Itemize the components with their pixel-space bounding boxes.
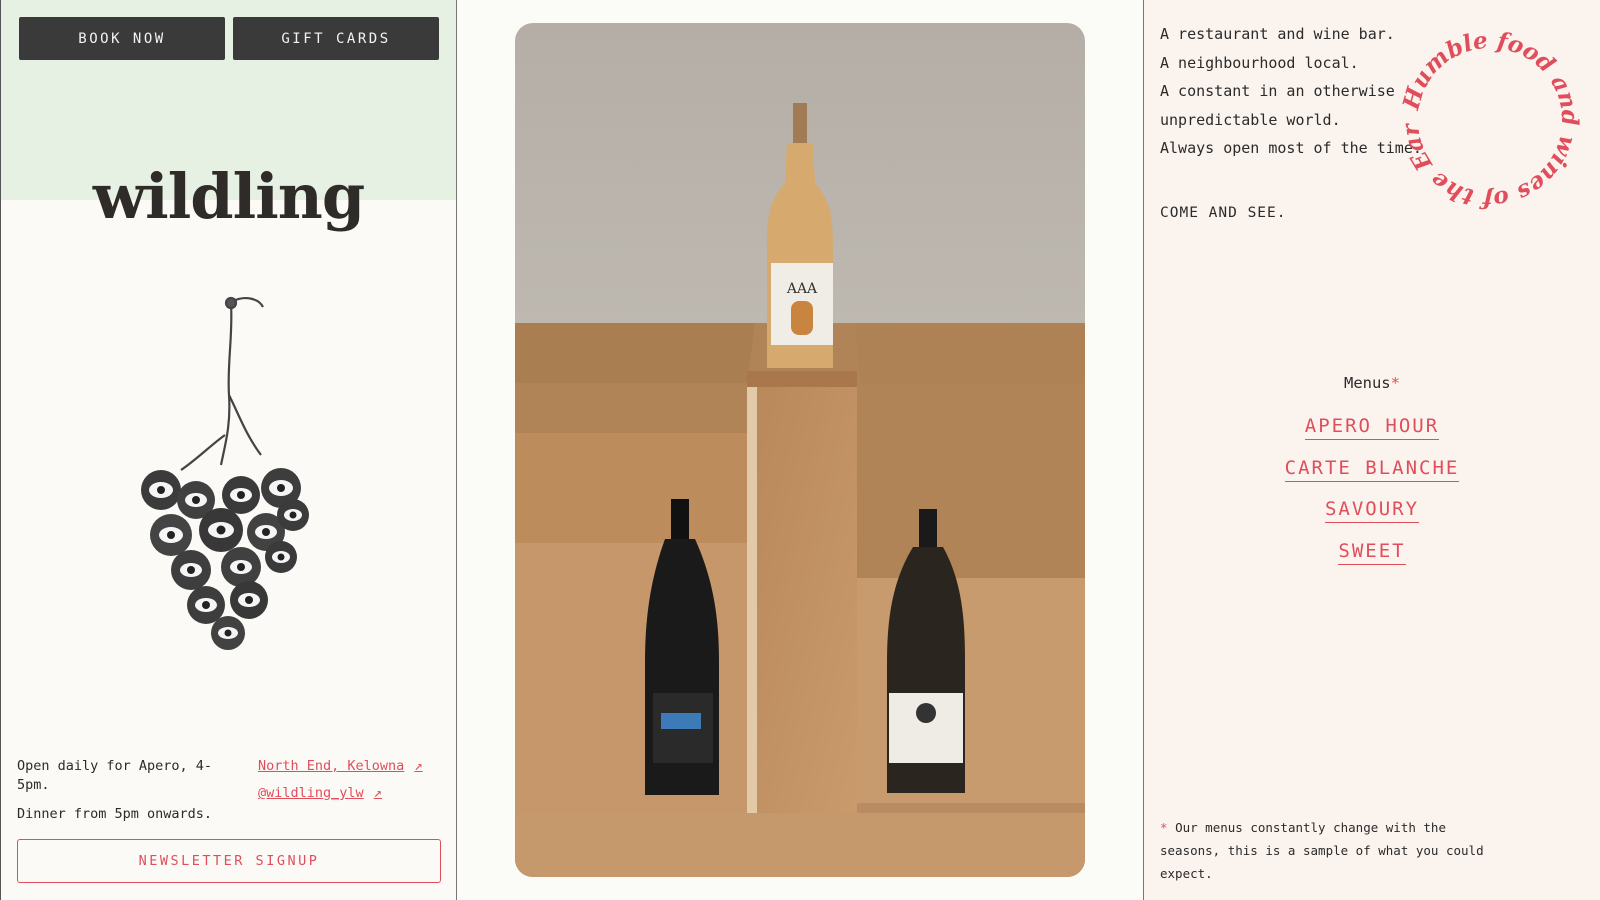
menu-link-label: APERO HOUR xyxy=(1304,415,1440,440)
svg-text:Humble food and wines of the E: Humble food and wines of the Earth. xyxy=(1390,20,1583,213)
menu-note: * Our menus constantly change with the s… xyxy=(1160,816,1490,885)
about-line: A restaurant and wine bar. xyxy=(1160,25,1395,43)
arrow-up-right-icon: ↗ xyxy=(414,758,423,774)
menu-list: APERO HOUR CARTE BLANCHE SAVOURY SWEET xyxy=(1144,415,1600,581)
menu-link-sweet[interactable]: SWEET xyxy=(1144,539,1600,565)
arrow-up-right-icon: ↗ xyxy=(373,785,383,801)
gift-cards-button[interactable]: GIFT CARDS xyxy=(233,17,439,60)
about-line: unpredictable world. xyxy=(1160,110,1341,129)
book-now-button[interactable]: BOOK NOW xyxy=(19,17,225,60)
instagram-link[interactable]: @wildling_ylw ↗ xyxy=(258,784,423,803)
right-column: A restaurant and wine bar. A neighbourho… xyxy=(1143,0,1600,900)
about-line: A constant in an otherwise xyxy=(1160,82,1395,100)
menu-link-carte-blanche[interactable]: CARTE BLANCHE xyxy=(1144,456,1600,482)
menu-link-apero-hour[interactable]: APERO HOUR xyxy=(1144,415,1600,440)
about-line: A neighbourhood local. xyxy=(1160,53,1359,72)
menu-link-label: SAVOURY xyxy=(1324,498,1420,523)
wine-bottles-photo: AAA xyxy=(515,23,1085,877)
menus-title-label: Menus xyxy=(1343,374,1391,392)
come-and-see: COME AND SEE. xyxy=(1160,205,1287,221)
newsletter-signup-button[interactable]: NEWSLETTER SIGNUP xyxy=(17,839,441,883)
hours-apero: Open daily for Apero, 4-5pm. xyxy=(17,758,213,793)
menu-link-label: CARTE BLANCHE xyxy=(1284,456,1460,482)
badge-text: Humble food and wines of the Earth. xyxy=(1390,20,1583,213)
hours-dinner: Dinner from 5pm onwards. xyxy=(17,806,213,822)
menu-note-text: Our menus constantly change with the sea… xyxy=(1160,820,1484,881)
menu-link-savoury[interactable]: SAVOURY xyxy=(1144,498,1600,523)
location-link-label: North End, Kelowna xyxy=(258,758,405,774)
svg-text:AAA: AAA xyxy=(786,281,818,297)
menus-heading: Menus* xyxy=(1144,374,1600,392)
grape-eyes-illustration xyxy=(141,296,309,650)
location-link[interactable]: North End, Kelowna ↗ xyxy=(258,757,423,776)
opening-hours: Open daily for Apero, 4-5pm. Dinner from… xyxy=(17,757,242,834)
middle-column: AAA xyxy=(457,0,1143,900)
about-text: A restaurant and wine bar. A neighbourho… xyxy=(1160,20,1422,163)
about-line: Always open most of the time. xyxy=(1160,139,1422,157)
logo[interactable]: wildling xyxy=(1,160,456,233)
instagram-link-label: @wildling_ylw xyxy=(258,785,364,801)
contact-links: North End, Kelowna ↗ @wildling_ylw ↗ xyxy=(258,757,423,811)
asterisk-icon: * xyxy=(1160,820,1168,835)
menu-link-label: SWEET xyxy=(1338,539,1406,565)
left-column: BOOK NOW GIFT CARDS wildling Open daily … xyxy=(0,0,457,900)
circular-badge: Humble food and wines of the Earth. xyxy=(1390,20,1583,213)
asterisk-icon: * xyxy=(1390,374,1400,392)
